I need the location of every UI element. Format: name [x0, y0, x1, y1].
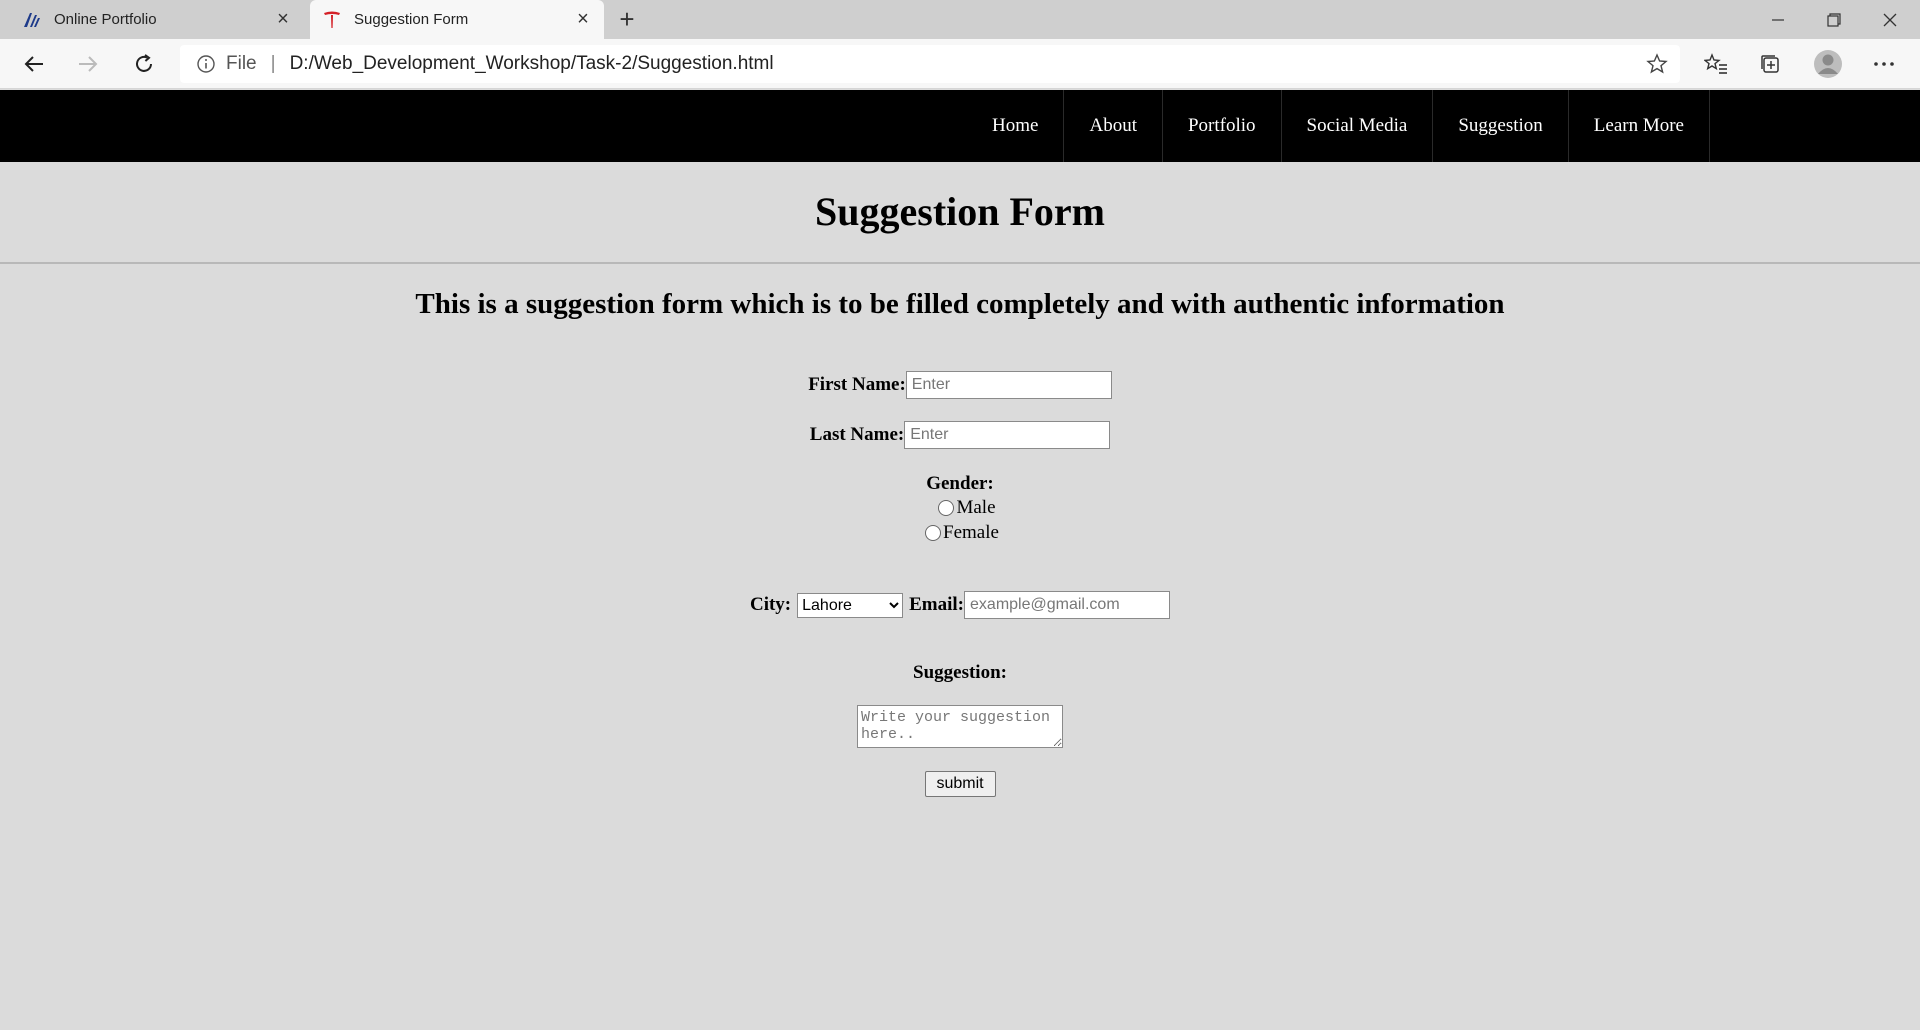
close-tab-icon[interactable]: × — [574, 9, 592, 29]
more-icon[interactable] — [1866, 47, 1902, 81]
tesla-favicon-icon — [322, 10, 342, 30]
browser-toolbar: File | D:/Web_Development_Workshop/Task-… — [0, 39, 1920, 89]
suggestion-row — [0, 705, 1920, 748]
info-icon[interactable] — [196, 54, 216, 74]
nav-suggestion[interactable]: Suggestion — [1433, 90, 1569, 162]
gender-row: Gender: — [0, 473, 1920, 495]
minimize-icon[interactable] — [1750, 0, 1806, 39]
tab-label: Suggestion Form — [354, 11, 469, 28]
last-name-input[interactable] — [904, 421, 1111, 449]
email-label: Email: — [909, 594, 965, 615]
gender-option-male[interactable]: Male — [0, 497, 1920, 519]
favorites-icon[interactable] — [1698, 47, 1734, 81]
url-text[interactable]: D:/Web_Development_Workshop/Task-2/Sugge… — [290, 53, 774, 75]
address-bar[interactable]: File | D:/Web_Development_Workshop/Task-… — [180, 45, 1680, 83]
city-select[interactable]: Lahore — [797, 592, 904, 618]
profile-icon[interactable] — [1810, 47, 1846, 81]
tab-label: Online Portfolio — [54, 11, 157, 28]
suggestion-label-row: Suggestion: — [0, 662, 1920, 684]
new-tab-icon[interactable]: + — [614, 6, 640, 32]
refresh-icon[interactable] — [126, 47, 162, 81]
site-navbar: Home About Portfolio Social Media Sugges… — [0, 90, 1920, 162]
last-name-row: Last Name: — [0, 421, 1920, 449]
collections-icon[interactable] — [1752, 47, 1788, 81]
star-icon[interactable] — [1646, 53, 1668, 81]
gender-option-female[interactable]: Female — [0, 522, 1920, 544]
page-title: Suggestion Form — [815, 189, 1105, 234]
nav-about[interactable]: About — [1064, 90, 1163, 162]
submit-button[interactable]: submit — [924, 771, 996, 797]
female-label: Female — [943, 522, 999, 543]
nav-social-media[interactable]: Social Media — [1282, 90, 1434, 162]
city-label: City: — [749, 594, 792, 615]
close-window-icon[interactable] — [1862, 0, 1918, 39]
tab-strip: Online Portfolio × Suggestion Form × + — [0, 0, 1920, 39]
tab-suggestion-form[interactable]: Suggestion Form × — [310, 0, 604, 39]
nav-learn-more[interactable]: Learn More — [1569, 90, 1710, 162]
scheme-label: File — [226, 53, 257, 74]
male-radio[interactable] — [938, 500, 955, 516]
nav-portfolio[interactable]: Portfolio — [1163, 90, 1282, 162]
suggestion-textarea[interactable] — [857, 705, 1063, 748]
back-icon[interactable] — [16, 47, 52, 81]
nav-home[interactable]: Home — [967, 90, 1065, 162]
city-email-row: City: Lahore Email: — [0, 591, 1920, 619]
last-name-label: Last Name: — [809, 424, 905, 445]
close-tab-icon[interactable]: × — [274, 9, 292, 29]
portfolio-favicon-icon — [22, 10, 42, 30]
email-input[interactable] — [964, 591, 1171, 619]
forward-icon[interactable] — [70, 47, 106, 81]
divider — [0, 262, 1920, 264]
separator: | — [270, 53, 276, 74]
suggestion-label: Suggestion: — [913, 662, 1007, 683]
tab-online-portfolio[interactable]: Online Portfolio × — [0, 0, 304, 39]
first-name-row: First Name: — [0, 371, 1920, 399]
submit-row: submit — [0, 771, 1920, 797]
female-radio[interactable] — [925, 525, 942, 541]
first-name-label: First Name: — [808, 374, 906, 395]
male-label: Male — [956, 497, 996, 518]
restore-icon[interactable] — [1806, 0, 1862, 39]
first-name-input[interactable] — [905, 371, 1112, 399]
page-subtitle: This is a suggestion form which is to be… — [415, 288, 1505, 320]
gender-label: Gender: — [926, 473, 994, 494]
